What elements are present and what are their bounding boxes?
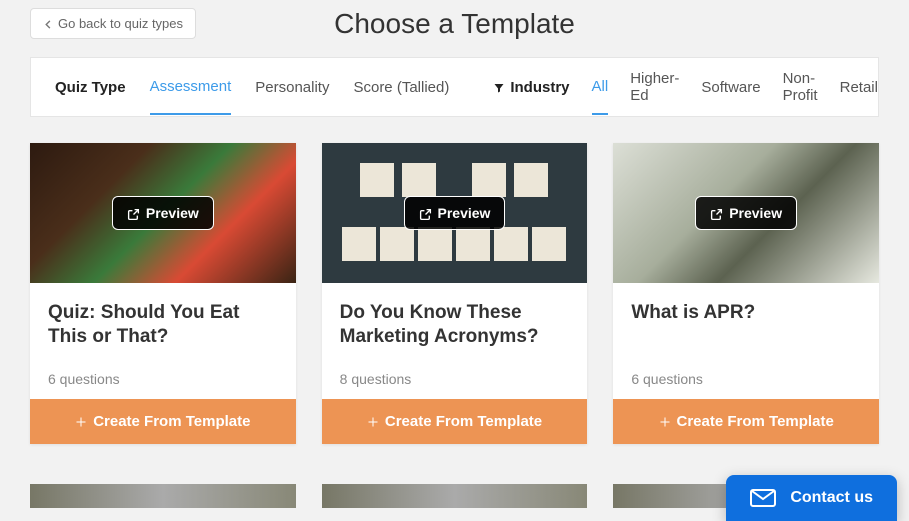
template-card: Preview What is APR? 6 questions Create … xyxy=(613,143,879,444)
industry-retail[interactable]: Retail xyxy=(840,61,878,114)
template-image: Preview xyxy=(613,143,879,283)
template-card-partial xyxy=(322,484,588,508)
template-title: Do You Know These Marketing Acronyms? xyxy=(340,301,570,349)
plus-icon xyxy=(75,413,87,430)
back-button[interactable]: Go back to quiz types xyxy=(30,8,196,39)
template-title: What is APR? xyxy=(631,301,861,349)
external-link-icon xyxy=(419,205,432,221)
industry-label: Industry xyxy=(493,79,569,96)
template-meta: 6 questions xyxy=(48,371,278,387)
preview-button[interactable]: Preview xyxy=(112,196,214,230)
preview-label: Preview xyxy=(729,205,782,221)
template-card-partial xyxy=(30,484,296,508)
create-label: Create From Template xyxy=(677,413,834,430)
quiz-type-label: Quiz Type xyxy=(55,79,126,96)
tab-score[interactable]: Score (Tallied) xyxy=(353,61,449,114)
create-button[interactable]: Create From Template xyxy=(322,399,588,444)
industry-all[interactable]: All xyxy=(592,60,609,115)
create-label: Create From Template xyxy=(385,413,542,430)
mail-icon xyxy=(750,489,776,507)
filter-bar: Quiz Type Assessment Personality Score (… xyxy=(30,57,879,117)
template-image: Preview xyxy=(30,143,296,283)
industry-nonprofit[interactable]: Non-Profit xyxy=(783,52,818,122)
create-label: Create From Template xyxy=(93,413,250,430)
template-image: Preview xyxy=(322,143,588,283)
industry-higher-ed[interactable]: Higher-Ed xyxy=(630,52,679,122)
template-card: Preview Do You Know These Marketing Acro… xyxy=(322,143,588,444)
template-card: Preview Quiz: Should You Eat This or Tha… xyxy=(30,143,296,444)
preview-button[interactable]: Preview xyxy=(404,196,506,230)
arrow-left-icon xyxy=(43,16,54,31)
preview-button[interactable]: Preview xyxy=(695,196,797,230)
tab-personality[interactable]: Personality xyxy=(255,61,329,114)
create-button[interactable]: Create From Template xyxy=(613,399,879,444)
external-link-icon xyxy=(127,205,140,221)
template-title: Quiz: Should You Eat This or That? xyxy=(48,301,278,349)
template-meta: 8 questions xyxy=(340,371,570,387)
plus-icon xyxy=(367,413,379,430)
tab-assessment[interactable]: Assessment xyxy=(150,60,232,115)
industry-label-text: Industry xyxy=(510,79,569,96)
contact-widget[interactable]: Contact us xyxy=(726,475,897,521)
filter-icon xyxy=(493,79,505,96)
back-label: Go back to quiz types xyxy=(58,16,183,31)
preview-label: Preview xyxy=(146,205,199,221)
contact-label: Contact us xyxy=(790,489,873,507)
plus-icon xyxy=(659,413,671,430)
external-link-icon xyxy=(710,205,723,221)
create-button[interactable]: Create From Template xyxy=(30,399,296,444)
page-title: Choose a Template xyxy=(334,8,575,40)
industry-software[interactable]: Software xyxy=(701,61,760,114)
template-meta: 6 questions xyxy=(631,371,861,387)
preview-label: Preview xyxy=(438,205,491,221)
